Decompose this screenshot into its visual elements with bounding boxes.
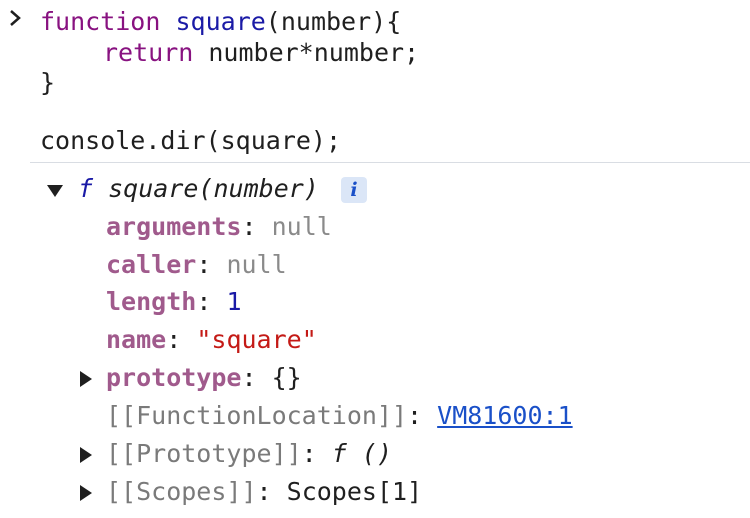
property-value: "square" [196,325,317,354]
function-location-link[interactable]: VM81600:1 [437,401,572,430]
property-row-arguments: arguments: null [106,212,332,241]
code-line-console-dir: console.dir(square); [40,126,342,155]
console-divider [30,162,750,163]
function-name: square [175,7,266,36]
internal-key: [[FunctionLocation]] [106,401,408,430]
expand-triangle-right-icon[interactable] [80,371,92,387]
property-value: 1 [226,287,242,316]
function-object-header[interactable]: f square(number) [78,171,319,207]
internal-row-scopes[interactable]: [[Scopes]]: Scopes[1] [106,474,422,510]
property-key: name [106,325,167,354]
property-key: length [106,287,197,316]
property-row-prototype[interactable]: prototype: {} [106,360,302,396]
property-key: arguments [106,212,242,241]
property-row-length: length: 1 [106,287,242,316]
internal-value: Scopes[1] [286,477,423,506]
expand-triangle-right-icon[interactable] [80,447,92,463]
internal-key: [[Prototype]] [106,439,302,468]
function-params: (number){ [265,7,402,36]
expand-triangle-right-icon[interactable] [80,485,92,501]
code-line-closing-brace: } [40,68,56,97]
property-value: {} [271,363,302,392]
internal-row-function-location: [[FunctionLocation]]: VM81600:1 [106,401,573,430]
keyword-return: return [103,38,194,67]
keyword-function: function [40,7,161,36]
property-row-name: name: "square" [106,325,317,354]
expand-triangle-down-icon[interactable] [47,185,63,197]
property-value: null [226,250,287,279]
internal-value: f () [331,439,393,468]
internal-key: [[Scopes]] [106,477,257,506]
chevron-right-icon [10,10,21,26]
property-value: null [271,212,332,241]
function-symbol: f [78,174,94,203]
code-line-return: return number*number; [103,35,419,71]
return-expression: number*number; [208,38,420,67]
function-signature: square(number) [108,174,319,203]
internal-row-prototype[interactable]: [[Prototype]]: f () [106,436,392,472]
property-key: prototype [106,363,242,392]
property-key: caller [106,250,197,279]
property-row-caller: caller: null [106,250,287,279]
info-icon[interactable]: i [341,177,367,203]
